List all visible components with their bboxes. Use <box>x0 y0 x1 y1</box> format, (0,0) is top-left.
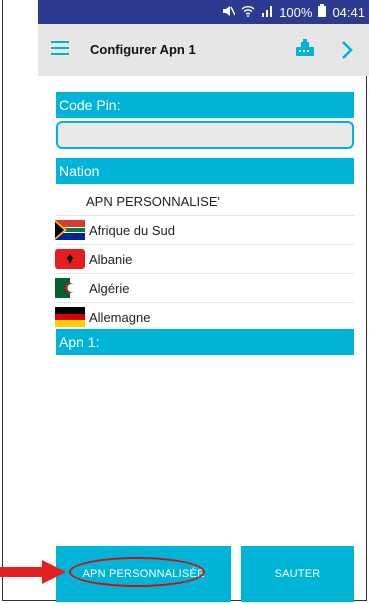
list-item[interactable]: Albanie <box>55 245 354 274</box>
albania-flag-icon <box>55 249 85 269</box>
menu-icon[interactable] <box>51 41 69 55</box>
chevron-right-icon[interactable] <box>340 40 354 65</box>
list-item-label: Allemagne <box>89 309 151 325</box>
list-item[interactable]: APN PERSONNALISE' <box>56 187 354 216</box>
battery-percent: 100% <box>279 4 313 20</box>
app-bar: Configurer Apn 1 <box>38 24 369 76</box>
south-africa-flag-icon <box>55 220 85 240</box>
list-item[interactable]: Afrique du Sud <box>55 216 354 245</box>
wifi-icon <box>241 5 255 20</box>
pin-section-header: Code Pin: <box>56 92 354 118</box>
list-item-label: Albanie <box>89 251 133 267</box>
skip-button[interactable]: SAUTER <box>241 546 354 602</box>
germany-flag-icon <box>55 307 85 327</box>
signal-icon <box>261 5 273 20</box>
clock: 04:41 <box>332 4 365 20</box>
apn-section-header: Apn 1: <box>56 329 354 355</box>
list-item-label: APN PERSONNALISE' <box>86 193 220 209</box>
battery-icon <box>318 4 327 20</box>
page-title: Configurer Apn 1 <box>90 42 196 57</box>
pin-input[interactable] <box>56 121 354 149</box>
list-item[interactable]: Algérie <box>55 274 354 303</box>
nation-section-header: Nation <box>56 158 354 184</box>
mute-icon <box>221 5 236 20</box>
network-device-icon[interactable] <box>294 38 316 63</box>
algeria-flag-icon <box>55 278 85 298</box>
list-item-label: Afrique du Sud <box>89 222 176 238</box>
list-item[interactable]: Allemagne <box>55 303 354 332</box>
highlight-ellipse <box>69 557 205 587</box>
list-item-label: Algérie <box>89 280 130 296</box>
nation-list: APN PERSONNALISE' Afrique du Sud Albanie… <box>55 187 354 332</box>
status-bar: 100% 04:41 <box>38 0 369 24</box>
pointer-arrow-icon <box>0 560 70 589</box>
